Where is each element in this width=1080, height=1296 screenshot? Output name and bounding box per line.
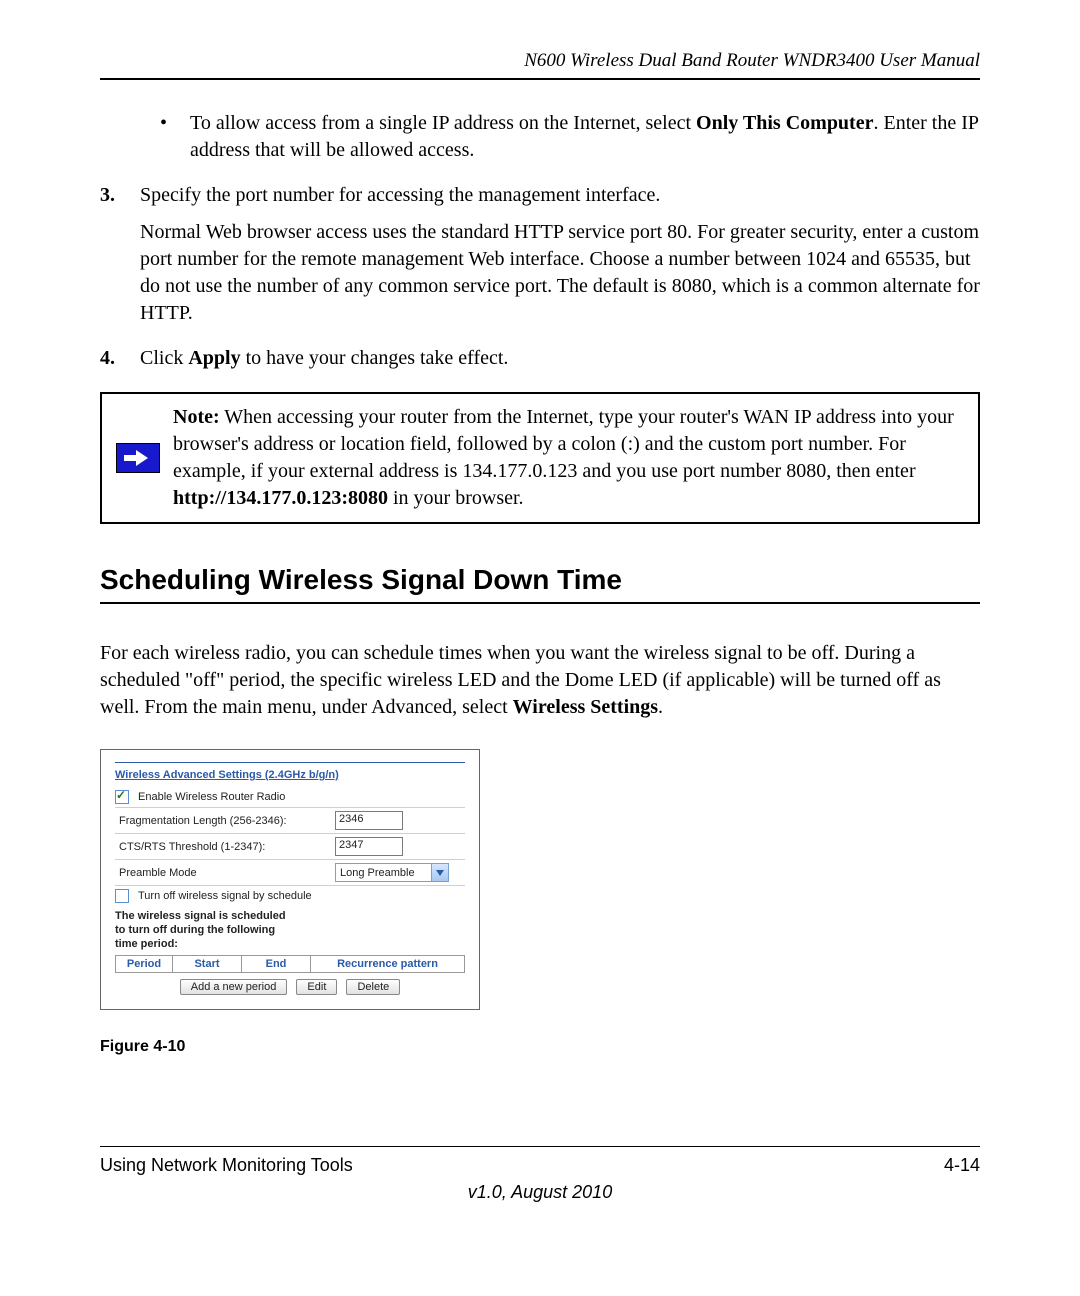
th-recurrence: Recurrence pattern — [311, 956, 465, 973]
label-preamble: Preamble Mode — [115, 867, 335, 879]
select-preamble[interactable]: Long Preamble — [335, 863, 449, 882]
footer-left: Using Network Monitoring Tools — [100, 1155, 353, 1176]
step-4-pre: Click — [140, 347, 188, 369]
schedule-msg: The wireless signal is scheduled to turn… — [115, 906, 465, 953]
th-period: Period — [116, 956, 173, 973]
step-4-bold: Apply — [188, 347, 240, 369]
note-body-a: When accessing your router from the Inte… — [173, 406, 954, 482]
label-cts: CTS/RTS Threshold (1-2347): — [115, 841, 335, 853]
row-cts: CTS/RTS Threshold (1-2347): 2347 — [115, 834, 465, 860]
schedule-msg-l3: time period: — [115, 938, 465, 952]
schedule-table: Period Start End Recurrence pattern — [115, 955, 465, 973]
row-enable-radio: Enable Wireless Router Radio — [115, 787, 465, 808]
note-label: Note: — [173, 406, 220, 428]
label-frag: Fragmentation Length (256-2346): — [115, 815, 335, 827]
bullet-marker: • — [160, 110, 190, 164]
intro-para: For each wireless radio, you can schedul… — [100, 640, 980, 721]
arrow-right-icon — [116, 443, 160, 473]
select-preamble-value: Long Preamble — [336, 867, 431, 879]
settings-screenshot: Wireless Advanced Settings (2.4GHz b/g/n… — [100, 749, 480, 1010]
bullet-pre: To allow access from a single IP address… — [190, 112, 696, 134]
intro-post: . — [658, 696, 663, 718]
note-box: Note: When accessing your router from th… — [100, 392, 980, 524]
step-4-post: to have your changes take effect. — [241, 347, 509, 369]
step-3-para: Normal Web browser access uses the stand… — [140, 219, 980, 327]
bullet-bold: Only This Computer — [696, 112, 873, 134]
label-enable-radio: Enable Wireless Router Radio — [134, 791, 465, 803]
delete-button[interactable]: Delete — [346, 979, 400, 995]
note-url: http://134.177.0.123:8080 — [173, 487, 388, 509]
step-4: 4. Click Apply to have your changes take… — [100, 345, 980, 372]
label-turnoff: Turn off wireless signal by schedule — [134, 890, 465, 902]
schedule-msg-l2: to turn off during the following — [115, 924, 465, 938]
bullet-text: To allow access from a single IP address… — [190, 110, 980, 164]
schedule-msg-l1: The wireless signal is scheduled — [115, 910, 465, 924]
panel-title: Wireless Advanced Settings (2.4GHz b/g/n… — [115, 769, 465, 781]
checkbox-enable-radio[interactable] — [115, 790, 129, 804]
checkbox-turnoff[interactable] — [115, 889, 129, 903]
page-header: N600 Wireless Dual Band Router WNDR3400 … — [100, 50, 980, 80]
step-3-lead: Specify the port number for accessing th… — [140, 182, 980, 209]
row-preamble: Preamble Mode Long Preamble — [115, 860, 465, 886]
note-body-b: in your browser. — [388, 487, 524, 509]
note-icon-cell — [102, 394, 169, 522]
chevron-down-icon[interactable] — [431, 864, 448, 881]
input-frag[interactable]: 2346 — [335, 811, 403, 830]
row-turnoff: Turn off wireless signal by schedule — [115, 886, 465, 906]
step-4-text: Click Apply to have your changes take ef… — [140, 345, 980, 372]
figure-caption: Figure 4-10 — [100, 1038, 980, 1056]
add-period-button[interactable]: Add a new period — [180, 979, 288, 995]
step-3-num: 3. — [100, 182, 140, 209]
intro-bold: Wireless Settings — [513, 696, 658, 718]
th-end: End — [242, 956, 311, 973]
button-row: Add a new period Edit Delete — [115, 979, 465, 995]
section-heading: Scheduling Wireless Signal Down Time — [100, 564, 980, 604]
footer-version: v1.0, August 2010 — [100, 1182, 980, 1203]
input-cts[interactable]: 2347 — [335, 837, 403, 856]
note-text: Note: When accessing your router from th… — [169, 394, 978, 522]
row-frag: Fragmentation Length (256-2346): 2346 — [115, 808, 465, 834]
th-start: Start — [173, 956, 242, 973]
step-3: 3. Specify the port number for accessing… — [100, 182, 980, 209]
step-4-num: 4. — [100, 345, 140, 372]
page-footer: Using Network Monitoring Tools 4-14 v1.0… — [100, 1146, 980, 1203]
edit-button[interactable]: Edit — [296, 979, 337, 995]
bullet-item: • To allow access from a single IP addre… — [160, 110, 980, 164]
footer-page-num: 4-14 — [944, 1155, 980, 1176]
